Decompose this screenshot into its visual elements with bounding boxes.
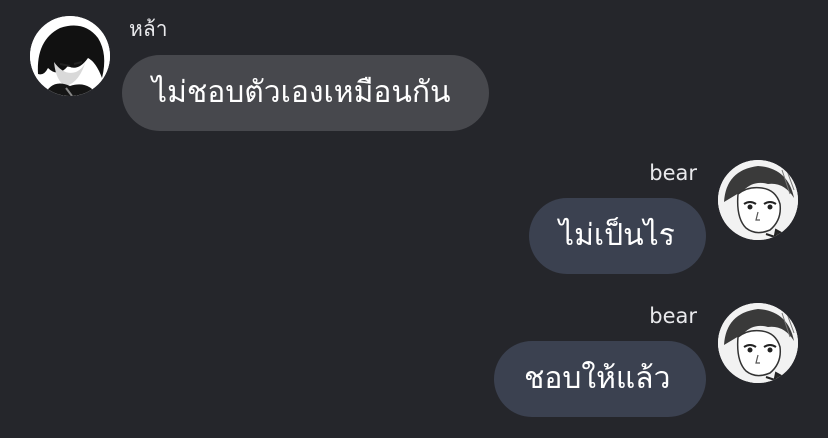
sender-name: bear [649, 161, 697, 185]
avatar[interactable] [30, 16, 110, 96]
message-text: ชอบให้แล้ว [524, 361, 671, 396]
message-bubble[interactable]: ชอบให้แล้ว [494, 341, 706, 417]
message-bubble[interactable]: ไม่เป็นไร [529, 198, 706, 274]
avatar-dark-hair-icon [30, 16, 110, 96]
avatar[interactable] [718, 160, 798, 240]
avatar-manga-sketch-icon [718, 303, 798, 383]
sender-name: หล้า [129, 17, 168, 41]
chat-thread: หล้า ไม่ชอบตัวเองเหมือนกัน bear ไม่เป็นไ… [0, 0, 828, 438]
avatar-manga-sketch-icon [718, 160, 798, 240]
message-bubble[interactable]: ไม่ชอบตัวเองเหมือนกัน [122, 55, 489, 131]
sender-name: bear [649, 304, 697, 328]
avatar[interactable] [718, 303, 798, 383]
message-text: ไม่เป็นไร [559, 218, 675, 253]
message-text: ไม่ชอบตัวเองเหมือนกัน [152, 75, 451, 110]
